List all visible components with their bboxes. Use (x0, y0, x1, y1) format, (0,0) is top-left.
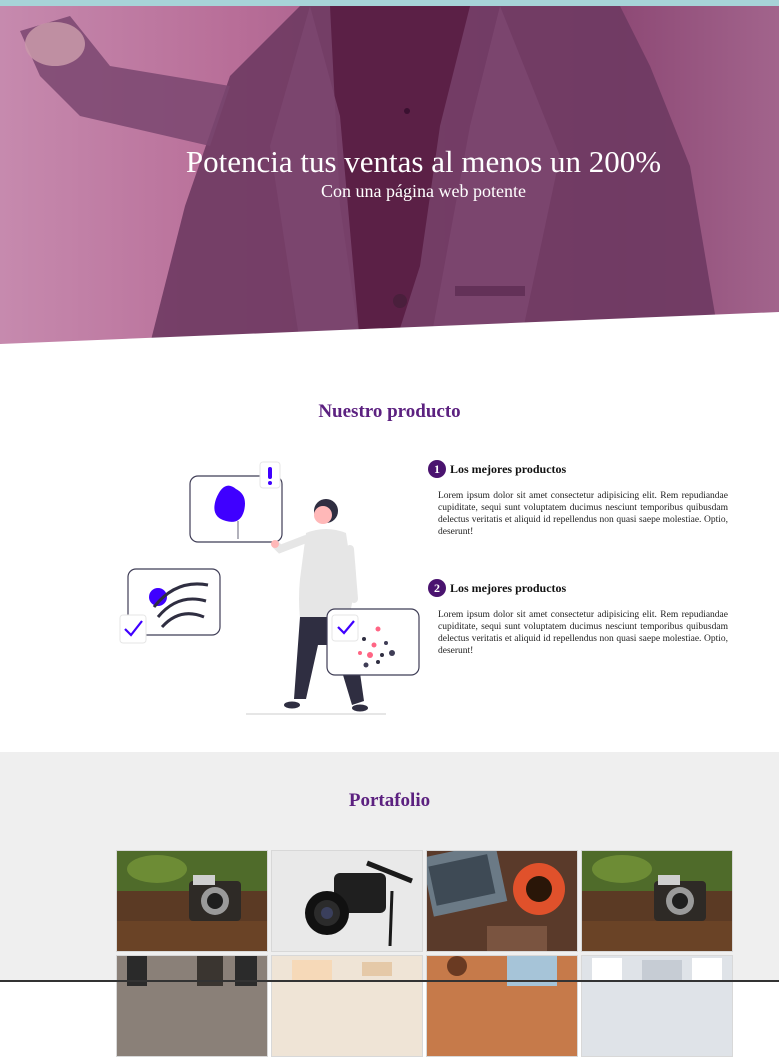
people-meeting-image (117, 956, 267, 1056)
portfolio-thumbnail[interactable] (271, 850, 423, 952)
feature-header: 2 Los mejores productos (428, 579, 728, 597)
office-documents-image (582, 956, 732, 1056)
laptop-and-coffee-image (427, 851, 577, 951)
portfolio-thumbnail[interactable] (116, 850, 268, 952)
portfolio-thumbnail[interactable] (581, 850, 733, 952)
hero-subtitle: Con una página web potente (321, 181, 526, 201)
product-section-title: Nuestro producto (318, 401, 461, 422)
hero-banner: Potencia tus ventas al menos un 200% Con… (0, 6, 779, 344)
portfolio-thumbnail[interactable] (426, 850, 578, 952)
feature-title: Los mejores productos (450, 461, 567, 476)
portfolio-thumbnail[interactable] (271, 955, 423, 1057)
feature-number-badge: 2 (428, 579, 446, 597)
feature-item: 2 Los mejores productos Lorem ipsum dolo… (428, 579, 728, 657)
product-section: Nuestro producto 1 Los mejores productos… (0, 344, 779, 752)
feature-description: Lorem ipsum dolor sit amet consectetur a… (438, 491, 728, 537)
portfolio-section: Portafolio (0, 752, 779, 1057)
portfolio-thumbnail[interactable] (426, 955, 578, 1057)
feature-description: Lorem ipsum dolor sit amet consectetur a… (438, 610, 728, 656)
hero-text-block: Potencia tus ventas al menos un 200% Con… (0, 144, 779, 202)
product-illustration (119, 461, 420, 715)
portfolio-section-title: Portafolio (348, 790, 431, 811)
camera-on-table-image (582, 851, 732, 951)
portfolio-thumbnail[interactable] (116, 955, 268, 1057)
hero-title: Potencia tus ventas al menos un 200% (185, 144, 662, 179)
dslr-camera-image (272, 851, 422, 951)
portfolio-thumbnail[interactable] (581, 955, 733, 1057)
feature-item: 1 Los mejores productos Lorem ipsum dolo… (428, 460, 728, 538)
feature-number-badge: 1 (428, 460, 446, 478)
team-working-image (427, 956, 577, 1056)
hero-diagonal-divider (0, 312, 779, 344)
feature-title: Los mejores productos (450, 580, 567, 595)
camera-on-table-image (117, 851, 267, 951)
desk-notes-image (272, 956, 422, 1056)
feature-header: 1 Los mejores productos (428, 460, 728, 478)
